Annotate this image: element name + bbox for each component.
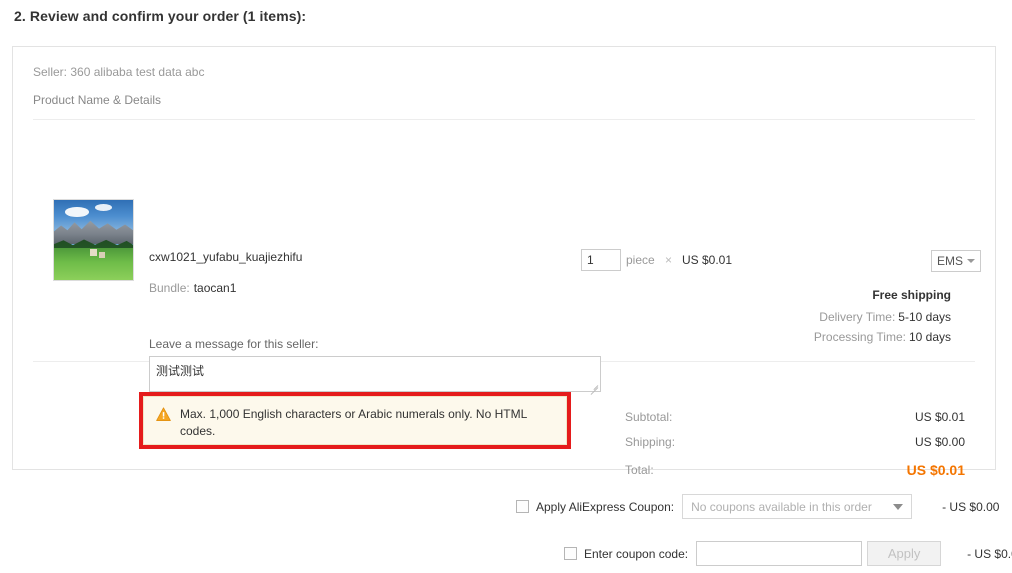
seller-message-input[interactable] <box>149 356 601 392</box>
order-totals: Subtotal: US $0.01 Shipping: US $0.00 To… <box>625 405 965 485</box>
delivery-time-value: 5-10 days <box>898 310 951 324</box>
total-label: Total: <box>625 455 654 485</box>
coupon-code-input[interactable] <box>696 541 862 566</box>
aliexpress-coupon-discount: - US $0.00 <box>942 500 999 514</box>
aliexpress-coupon-select[interactable]: No coupons available in this order <box>682 494 912 519</box>
bundle-label: Bundle: <box>149 281 190 295</box>
apply-coupon-button[interactable]: Apply <box>867 541 941 566</box>
thumbnail-cloud <box>65 207 89 217</box>
subtotal-row: Subtotal: US $0.01 <box>625 405 965 430</box>
coupon-code-discount: - US $0.00 <box>967 547 1012 561</box>
free-shipping-label: Free shipping <box>872 288 951 302</box>
bundle-value: taocan1 <box>194 281 237 295</box>
seller-header: Seller: 360 alibaba test data abc Produc… <box>13 47 995 108</box>
shipping-method-value: EMS <box>937 254 967 268</box>
product-row: cxw1021_yufabu_kuajiezhifu Bundle: taocan… <box>13 120 995 350</box>
warning-triangle-icon <box>156 407 171 422</box>
shipping-row: Shipping: US $0.00 <box>625 430 965 455</box>
shipping-method-select[interactable]: EMS <box>931 250 981 272</box>
thumbnail-hut <box>90 249 97 256</box>
delivery-time-label: Delivery Time: <box>819 310 895 324</box>
shipping-cost-value: US $0.00 <box>915 430 965 455</box>
processing-time-label: Processing Time: <box>814 330 906 344</box>
order-summary-card: Seller: 360 alibaba test data abc Produc… <box>12 46 996 470</box>
aliexpress-coupon-value: No coupons available in this order <box>691 500 893 514</box>
processing-time-value: 10 days <box>909 330 951 344</box>
thumbnail-hut <box>99 252 105 258</box>
shipping-cost-label: Shipping: <box>625 430 675 455</box>
message-warning-text: Max. 1,000 English characters or Arabic … <box>180 406 554 444</box>
aliexpress-coupon-row: Apply AliExpress Coupon: No coupons avai… <box>516 494 999 519</box>
quantity-input[interactable] <box>581 249 621 271</box>
page-title: 2. Review and confirm your order (1 item… <box>14 8 306 24</box>
message-warning-highlight: Max. 1,000 English characters or Arabic … <box>139 392 571 449</box>
multiply-symbol: × <box>665 253 672 267</box>
total-value: US $0.01 <box>907 455 965 485</box>
aliexpress-coupon-checkbox[interactable] <box>516 500 529 513</box>
coupon-code-checkbox[interactable] <box>564 547 577 560</box>
delivery-time: Delivery Time:5-10 days <box>819 309 951 325</box>
message-warning-notice: Max. 1,000 English characters or Arabic … <box>143 396 567 445</box>
product-name[interactable]: cxw1021_yufabu_kuajiezhifu <box>149 249 302 265</box>
unit-price: US $0.01 <box>682 253 732 267</box>
product-thumbnail[interactable] <box>53 199 134 281</box>
coupon-code-label: Enter coupon code: <box>584 547 688 561</box>
chevron-down-icon <box>967 259 975 263</box>
processing-time: Processing Time:10 days <box>814 329 951 345</box>
grand-total-row: Total: US $0.01 <box>625 455 965 485</box>
chevron-down-icon <box>893 504 903 510</box>
seller-message-label: Leave a message for this seller: <box>149 337 318 351</box>
subtotal-value: US $0.01 <box>915 405 965 430</box>
subtotal-label: Subtotal: <box>625 405 672 430</box>
textarea-resize-handle[interactable] <box>588 379 598 389</box>
quantity-unit: piece <box>626 253 655 267</box>
product-bundle: Bundle: taocan1 <box>149 280 236 296</box>
seller-name: Seller: 360 alibaba test data abc <box>33 63 975 81</box>
coupon-code-row: Enter coupon code: Apply - US $0.00 <box>564 541 1012 566</box>
product-column-header: Product Name & Details <box>33 92 975 108</box>
aliexpress-coupon-label: Apply AliExpress Coupon: <box>536 500 674 514</box>
